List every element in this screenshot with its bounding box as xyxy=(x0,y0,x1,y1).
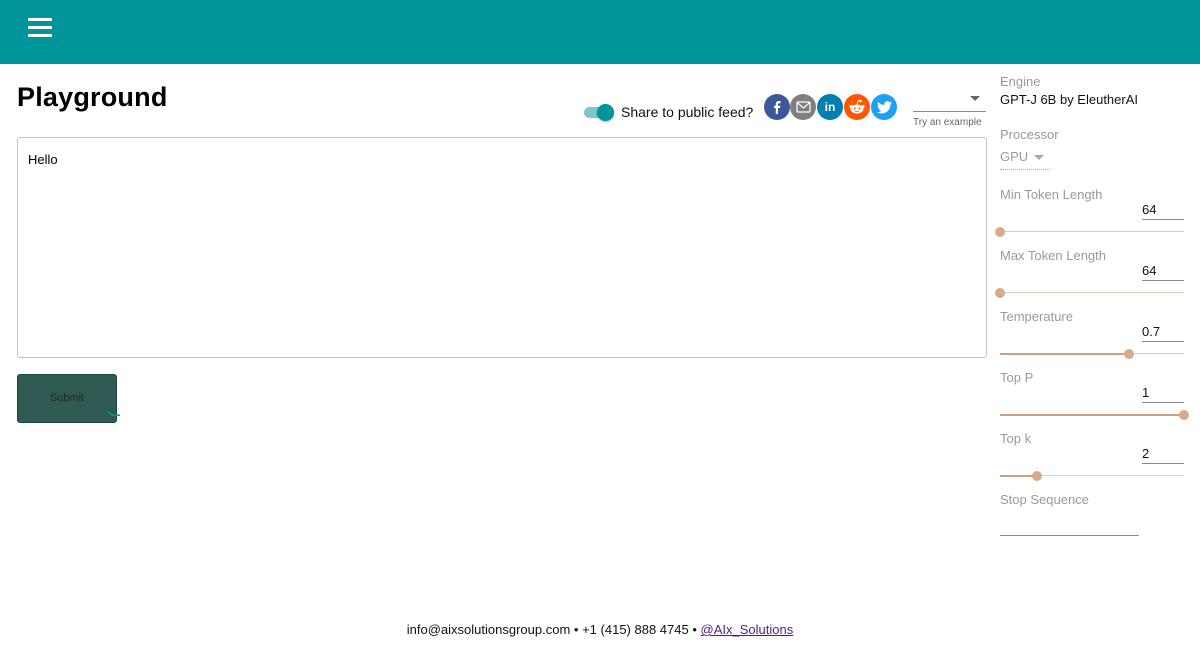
slider-thumb[interactable] xyxy=(1179,410,1189,420)
top-p-input[interactable] xyxy=(1142,382,1184,403)
linkedin-icon: in xyxy=(824,100,836,114)
top-k-label: Top k xyxy=(1000,431,1032,446)
stop-sequence-input[interactable] xyxy=(1000,516,1139,536)
share-toggle[interactable] xyxy=(584,104,614,121)
max-token-length-input[interactable] xyxy=(1142,260,1184,281)
temperature-slider[interactable] xyxy=(1000,348,1184,360)
stop-sequence-label: Stop Sequence xyxy=(1000,492,1089,507)
prompt-textarea[interactable] xyxy=(17,137,987,358)
reddit-share-button[interactable] xyxy=(844,94,870,120)
submit-button[interactable]: Submit xyxy=(17,374,117,423)
twitter-icon xyxy=(876,100,892,113)
reddit-icon xyxy=(849,99,865,114)
chevron-down-icon xyxy=(1034,155,1044,160)
max-token-length-slider[interactable] xyxy=(995,287,1184,299)
temperature-label: Temperature xyxy=(1000,309,1073,324)
example-select[interactable] xyxy=(913,86,986,112)
twitter-share-button[interactable] xyxy=(871,94,897,120)
linkedin-share-button[interactable]: in xyxy=(817,94,843,120)
processor-select[interactable]: GPU xyxy=(1000,147,1050,170)
max-token-length-label: Max Token Length xyxy=(1000,248,1106,263)
min-token-length-input[interactable] xyxy=(1142,199,1184,220)
top-k-input[interactable] xyxy=(1142,443,1184,464)
min-token-length-slider[interactable] xyxy=(995,226,1184,238)
top-p-label: Top P xyxy=(1000,370,1034,385)
footer: info@aixsolutionsgroup.com • +1 (415) 88… xyxy=(0,622,1200,637)
top-k-slider[interactable] xyxy=(1000,470,1184,482)
min-token-length-label: Min Token Length xyxy=(1000,187,1103,202)
facebook-share-button[interactable] xyxy=(764,94,790,120)
hamburger-menu-icon[interactable] xyxy=(28,17,52,39)
footer-twitter-link[interactable]: @AIx_Solutions xyxy=(701,622,794,637)
engine-label: Engine xyxy=(1000,74,1041,89)
top-p-slider[interactable] xyxy=(1000,409,1189,421)
footer-email: info@aixsolutionsgroup.com xyxy=(406,622,571,637)
email-share-button[interactable] xyxy=(790,94,816,120)
chevron-down-icon xyxy=(970,96,980,101)
loading-spinner-icon xyxy=(107,410,121,417)
processor-value: GPU xyxy=(1000,149,1029,164)
engine-value[interactable]: GPT-J 6B by EleutherAI xyxy=(1000,92,1138,107)
facebook-icon xyxy=(774,101,781,114)
top-app-bar xyxy=(0,0,1200,64)
example-hint: Try an example xyxy=(913,117,982,128)
page-title: Playground xyxy=(17,82,168,112)
temperature-input[interactable] xyxy=(1142,321,1184,342)
footer-phone: +1 (415) 888 4745 xyxy=(582,622,689,637)
processor-label: Processor xyxy=(1000,127,1059,142)
slider-thumb[interactable] xyxy=(995,288,1005,298)
slider-thumb[interactable] xyxy=(1124,349,1134,359)
footer-separator: • xyxy=(573,622,579,637)
footer-separator: • xyxy=(692,622,697,637)
share-label: Share to public feed? xyxy=(621,104,754,120)
email-icon xyxy=(795,101,811,113)
slider-thumb[interactable] xyxy=(1032,471,1042,481)
slider-thumb[interactable] xyxy=(995,227,1005,237)
